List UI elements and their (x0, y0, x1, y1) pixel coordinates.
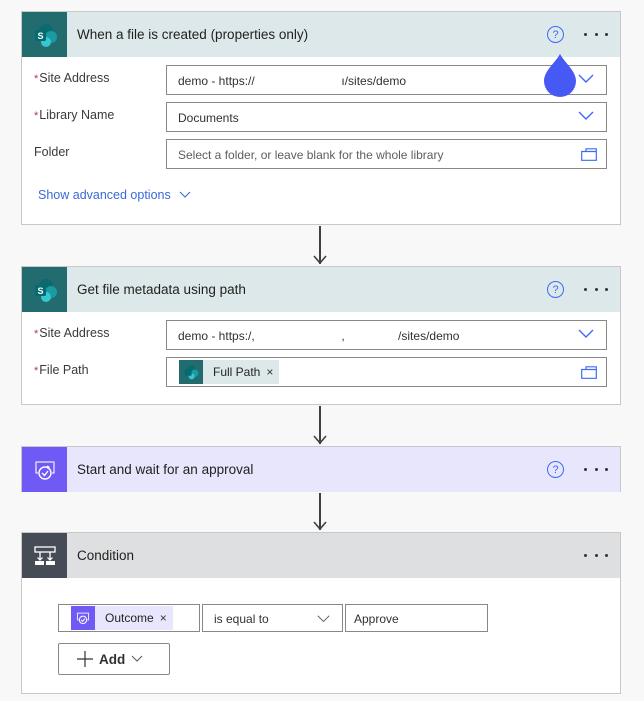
full-path-token[interactable]: Full Path × (179, 360, 280, 384)
sharepoint-icon (179, 360, 203, 384)
remove-token-icon[interactable]: × (160, 606, 173, 630)
help-icon[interactable]: ? (547, 26, 564, 43)
condition-left-operand[interactable]: Outcome × (58, 604, 200, 632)
approval-card: Start and wait for an approval ? (21, 446, 621, 492)
folder-icon[interactable] (581, 366, 597, 379)
approval-card-header[interactable]: Start and wait for an approval ? (22, 447, 620, 492)
trigger-card: S When a file is created (properties onl… (21, 11, 621, 225)
arrow-down-icon (313, 435, 327, 445)
svg-text:S: S (37, 286, 43, 296)
chevron-down-icon[interactable] (317, 614, 330, 624)
arrow-down-icon (313, 521, 327, 531)
token-label: Full Path (213, 365, 261, 379)
chevron-down-icon[interactable] (578, 111, 594, 121)
library-name-dropdown[interactable]: Documents (166, 102, 607, 132)
help-icon[interactable]: ? (547, 461, 564, 478)
site-address-row: *Site Address demo - https:/, , /sites/d… (22, 320, 620, 350)
more-options-icon[interactable] (584, 24, 608, 44)
add-button[interactable]: Add (58, 643, 170, 675)
step-title: Start and wait for an approval (77, 462, 254, 477)
condition-card-header[interactable]: Condition (22, 533, 620, 578)
remove-token-icon[interactable]: × (266, 360, 279, 384)
site-address-label: *Site Address (34, 326, 110, 340)
site-address-value: demo - https:/, , /sites/demo (178, 329, 460, 343)
folder-row: Folder Select a folder, or leave blank f… (22, 139, 620, 169)
approval-icon (71, 606, 95, 630)
file-path-label: *File Path (34, 363, 89, 377)
site-address-dropdown[interactable]: demo - https:// ı/sites/demo (166, 65, 607, 95)
more-options-icon[interactable] (584, 279, 608, 299)
file-path-row: *File Path Full Path × (22, 357, 620, 387)
step-title: Get file metadata using path (77, 282, 246, 297)
get-file-metadata-header[interactable]: S Get file metadata using path ? (22, 267, 620, 312)
more-options-icon[interactable] (584, 459, 608, 479)
chevron-down-icon[interactable] (578, 329, 594, 339)
plus-icon (77, 651, 93, 667)
outcome-token[interactable]: Outcome × (71, 606, 173, 630)
svg-text:S: S (37, 31, 43, 41)
chevron-down-icon[interactable] (578, 74, 594, 84)
approval-icon (22, 447, 67, 492)
library-name-label: *Library Name (34, 108, 115, 122)
folder-label: Folder (34, 145, 70, 159)
operator-value: is equal to (214, 612, 269, 626)
show-advanced-options-link[interactable]: Show advanced options (38, 188, 191, 202)
sharepoint-icon: S (22, 267, 67, 312)
site-address-label: *Site Address (34, 71, 110, 85)
trigger-card-header[interactable]: S When a file is created (properties onl… (22, 12, 620, 57)
drop-marker-icon (544, 54, 576, 97)
library-name-value: Documents (178, 111, 239, 125)
folder-icon[interactable] (581, 148, 597, 161)
token-label: Outcome (105, 611, 154, 625)
sharepoint-icon: S (22, 12, 67, 57)
condition-icon (22, 533, 67, 578)
right-value: Approve (354, 612, 399, 626)
folder-input[interactable]: Select a folder, or leave blank for the … (166, 139, 607, 169)
site-address-dropdown[interactable]: demo - https:/, , /sites/demo (166, 320, 607, 350)
step-title: Condition (77, 548, 135, 563)
library-name-row: *Library Name Documents (22, 102, 620, 132)
condition-right-operand[interactable]: Approve (345, 604, 488, 632)
folder-placeholder: Select a folder, or leave blank for the … (178, 148, 444, 162)
site-address-row: *Site Address demo - https:// ı/sites/de… (22, 65, 620, 95)
help-icon[interactable]: ? (547, 281, 564, 298)
add-label: Add (99, 651, 126, 667)
condition-operator-dropdown[interactable]: is equal to (202, 604, 343, 632)
get-file-metadata-card: S Get file metadata using path ? *Site A… (21, 266, 621, 405)
more-options-icon[interactable] (584, 545, 608, 565)
arrow-down-icon (313, 255, 327, 265)
site-address-value: demo - https:// ı/sites/demo (178, 74, 407, 88)
chevron-down-icon (131, 655, 143, 662)
show-advanced-options-label: Show advanced options (38, 188, 171, 202)
chevron-down-icon (179, 191, 191, 198)
file-path-input[interactable]: Full Path × (166, 357, 607, 387)
condition-card: Condition Outcome × is equal to Approve … (21, 532, 621, 694)
step-title: When a file is created (properties only) (77, 27, 309, 42)
